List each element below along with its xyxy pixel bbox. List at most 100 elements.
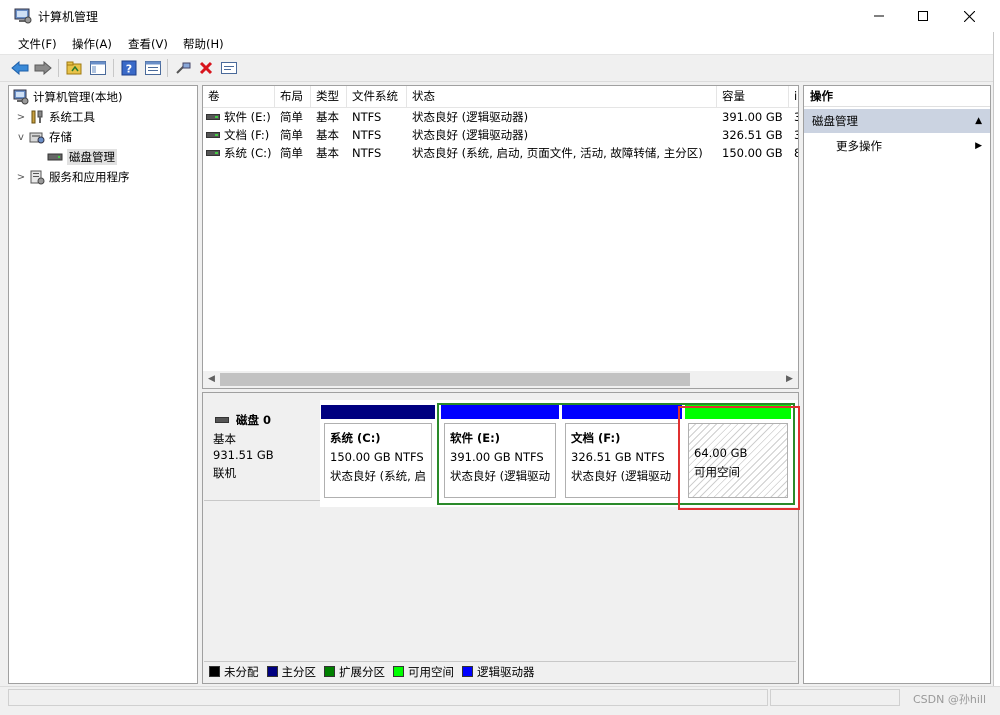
- menu-bar: 文件(F) 操作(A) 查看(V) 帮助(H): [0, 32, 1000, 55]
- tree-item-services-and-apps[interactable]: > 服务和应用程序: [15, 168, 130, 186]
- legend: 未分配 主分区 扩展分区 可用空间 逻辑驱动器: [204, 661, 796, 681]
- disk-0-label[interactable]: 磁盘 0 基本 931.51 GB 联机: [204, 400, 321, 501]
- partition-bar: [321, 405, 435, 419]
- watermark: CSDN @孙hill: [913, 693, 986, 706]
- collapse-up-icon[interactable]: ▲: [975, 109, 982, 133]
- menu-file[interactable]: 文件(F): [18, 36, 57, 52]
- toolbar: ?: [0, 55, 1000, 82]
- scrollbar-thumb[interactable]: [220, 373, 690, 386]
- column-more[interactable]: i: [789, 86, 798, 107]
- partition-body: 系统 (C:) 150.00 GB NTFS 状态良好 (系统, 启: [324, 423, 432, 498]
- column-type[interactable]: 类型: [311, 86, 347, 107]
- table-row[interactable]: 文档 (F:) 简单 基本 NTFS 状态良好 (逻辑驱动器) 326.51 G…: [203, 126, 798, 144]
- disk-icon: [215, 417, 229, 423]
- computer-management-icon: [13, 89, 29, 105]
- status-bar: CSDN @孙hill: [0, 686, 1000, 709]
- partition-body: 软件 (E:) 391.00 GB NTFS 状态良好 (逻辑驱动: [444, 423, 556, 498]
- table-row[interactable]: 软件 (E:) 简单 基本 NTFS 状态良好 (逻辑驱动器) 391.00 G…: [203, 108, 798, 126]
- menu-action[interactable]: 操作(A): [72, 36, 112, 52]
- toolbar-separator: [167, 59, 168, 77]
- legend-swatch: [393, 666, 404, 677]
- computer-management-window: 计算机管理 文件(F) 操作(A) 查看(V) 帮助(H) ? 计算机管理(本地…: [0, 0, 1000, 715]
- computer-management-icon: [14, 8, 32, 24]
- disk-size: 931.51 GB: [213, 448, 274, 462]
- tree-item-storage[interactable]: v 存储: [15, 128, 72, 146]
- more-actions-item[interactable]: 更多操作 ▶: [804, 136, 990, 156]
- storage-icon: [29, 129, 45, 145]
- partition-body: 文档 (F:) 326.51 GB NTFS 状态良好 (逻辑驱动: [565, 423, 679, 498]
- partition-c[interactable]: 系统 (C:) 150.00 GB NTFS 状态良好 (系统, 启: [321, 405, 435, 501]
- partition-e[interactable]: 软件 (E:) 391.00 GB NTFS 状态良好 (逻辑驱动: [441, 405, 559, 501]
- up-folder-icon[interactable]: [64, 58, 84, 78]
- column-layout[interactable]: 布局: [275, 86, 311, 107]
- partition-free-space[interactable]: 64.00 GB 可用空间: [685, 405, 791, 501]
- column-volume[interactable]: 卷: [203, 86, 275, 107]
- menu-view[interactable]: 查看(V): [128, 36, 168, 52]
- chevron-right-icon[interactable]: >: [15, 172, 27, 183]
- partition-bar: [441, 405, 559, 419]
- window-title: 计算机管理: [38, 10, 99, 24]
- legend-item: 主分区: [266, 664, 316, 680]
- legend-swatch: [266, 666, 278, 677]
- volume-icon: [206, 132, 220, 138]
- volume-icon: [206, 114, 220, 120]
- legend-item: 扩展分区: [324, 664, 385, 680]
- services-icon: [29, 169, 45, 185]
- actions-section-disk-management[interactable]: 磁盘管理 ▲: [804, 109, 990, 133]
- submenu-arrow-icon: ▶: [975, 141, 982, 151]
- console-icon[interactable]: [219, 58, 239, 78]
- forward-icon[interactable]: [33, 58, 53, 78]
- close-button[interactable]: [946, 0, 992, 32]
- status-cell: [8, 689, 768, 706]
- legend-item: 未分配: [209, 664, 259, 680]
- disk-management-icon: [47, 149, 63, 165]
- system-tools-icon: [29, 109, 45, 125]
- legend-swatch: [209, 666, 220, 677]
- legend-item: 逻辑驱动器: [462, 664, 535, 680]
- legend-item: 可用空间: [393, 664, 454, 680]
- column-status[interactable]: 状态: [407, 86, 717, 107]
- back-icon[interactable]: [10, 58, 30, 78]
- status-cell: [770, 689, 900, 706]
- horizontal-scrollbar[interactable]: ◀ ▶: [203, 371, 798, 388]
- toolbar-separator: [113, 59, 114, 77]
- disk-type: 基本: [213, 432, 236, 446]
- tree-item-computer-management[interactable]: 计算机管理(本地): [13, 88, 122, 106]
- maximize-button[interactable]: [900, 0, 946, 32]
- volume-list-header: 卷 布局 类型 文件系统 状态 容量 i: [203, 86, 798, 108]
- help-icon[interactable]: ?: [119, 58, 139, 78]
- minimize-button[interactable]: [856, 0, 902, 32]
- tree-item-system-tools[interactable]: > 系统工具: [15, 108, 95, 126]
- partition-bar: [562, 405, 682, 419]
- disk-graphical-view: 磁盘 0 基本 931.51 GB 联机 系统 (C:) 150.00 GB N…: [202, 392, 800, 684]
- actions-pane: 操作 磁盘管理 ▲ 更多操作 ▶: [803, 85, 991, 684]
- table-row[interactable]: 系统 (C:) 简单 基本 NTFS 状态良好 (系统, 启动, 页面文件, 活…: [203, 144, 798, 162]
- column-capacity[interactable]: 容量: [717, 86, 789, 107]
- partition-body: 64.00 GB 可用空间: [688, 423, 788, 498]
- show-hide-tree-icon[interactable]: [88, 58, 108, 78]
- scroll-right-icon[interactable]: ▶: [781, 371, 798, 388]
- legend-swatch: [324, 666, 335, 677]
- menu-help[interactable]: 帮助(H): [183, 36, 224, 52]
- delete-icon[interactable]: [196, 58, 216, 78]
- actions-title: 操作: [804, 86, 990, 107]
- disk-name: 磁盘 0: [236, 413, 272, 427]
- column-filesystem[interactable]: 文件系统: [347, 86, 407, 107]
- chevron-down-icon[interactable]: v: [15, 132, 27, 143]
- background-window-edge: [993, 32, 1000, 686]
- volume-list: 卷 布局 类型 文件系统 状态 容量 i 软件 (E:) 简单 基本 NTFS …: [202, 85, 799, 389]
- chevron-right-icon[interactable]: >: [15, 112, 27, 123]
- toolbar-separator: [58, 59, 59, 77]
- scroll-left-icon[interactable]: ◀: [203, 371, 220, 388]
- svg-text:?: ?: [126, 63, 132, 76]
- navigation-tree: 计算机管理(本地) > 系统工具 v 存储 磁盘管理 > 服务和应用程序: [8, 85, 198, 684]
- tree-item-disk-management[interactable]: 磁盘管理: [47, 148, 117, 166]
- title-bar: 计算机管理: [0, 0, 1000, 32]
- volume-icon: [206, 150, 220, 156]
- properties-icon[interactable]: [143, 58, 163, 78]
- legend-swatch: [462, 666, 473, 677]
- partition-f[interactable]: 文档 (F:) 326.51 GB NTFS 状态良好 (逻辑驱动: [562, 405, 682, 501]
- disk-state: 联机: [213, 466, 236, 480]
- partition-bar: [685, 405, 791, 419]
- connect-icon[interactable]: [173, 58, 193, 78]
